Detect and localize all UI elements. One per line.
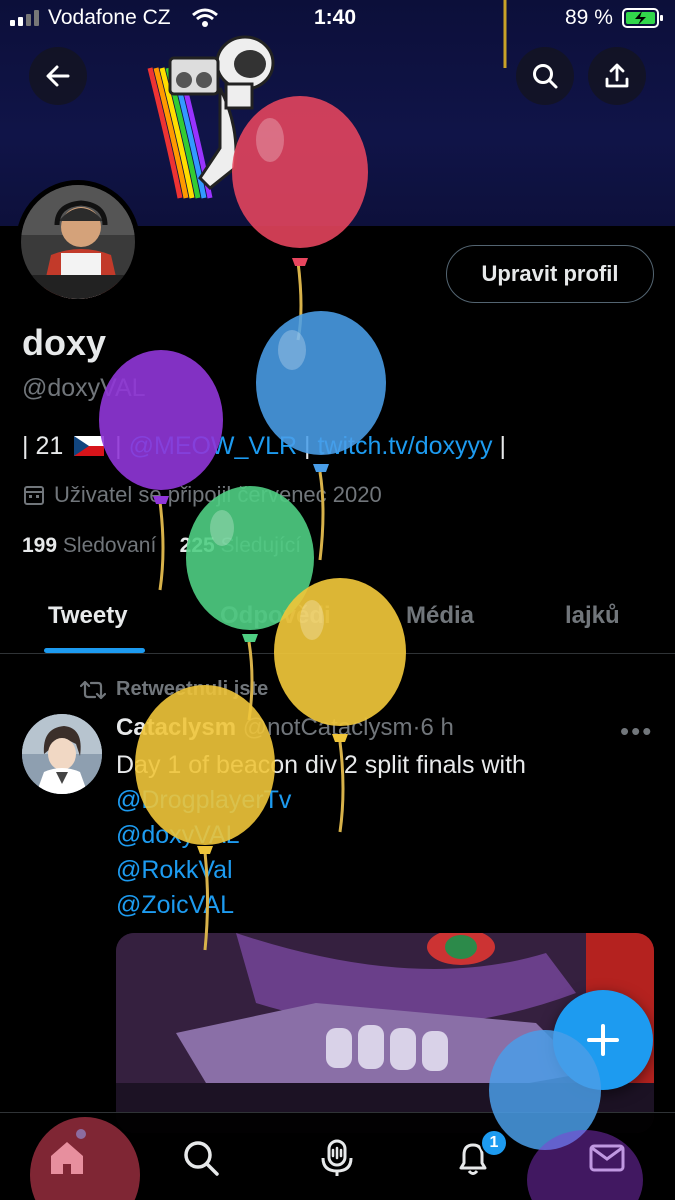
profile-bio: | 21 | @MEOW_VLR | twitch.tv/doxyyy | bbox=[22, 432, 506, 461]
signal-icon bbox=[10, 10, 39, 26]
tweet-author-avatar[interactable] bbox=[22, 714, 102, 794]
back-button[interactable] bbox=[29, 47, 87, 105]
profile-handle: @doxyVAL bbox=[22, 374, 146, 402]
tab-media[interactable]: Média bbox=[406, 602, 474, 630]
compose-tweet-button[interactable] bbox=[553, 990, 653, 1090]
mention-link[interactable]: @DrogplayerTv bbox=[116, 783, 526, 818]
nav-spaces[interactable] bbox=[312, 1133, 362, 1183]
microphone-icon bbox=[321, 1139, 353, 1176]
profile-tabs: Tweety Odpovědi Média lajků bbox=[0, 588, 675, 654]
profile-avatar[interactable] bbox=[16, 180, 140, 304]
plus-icon bbox=[587, 1024, 619, 1056]
envelope-icon bbox=[589, 1144, 625, 1172]
following-count: 199 bbox=[22, 534, 58, 557]
search-icon bbox=[533, 64, 558, 89]
avatar-photo bbox=[21, 185, 135, 299]
calendar-icon bbox=[24, 486, 44, 505]
author-avatar-image bbox=[22, 714, 102, 794]
wifi-icon bbox=[192, 8, 218, 27]
joined-date: Uživatel se připojil červenec 2020 bbox=[22, 482, 382, 508]
active-tab-indicator bbox=[44, 648, 145, 653]
display-name: doxy bbox=[22, 322, 107, 363]
tweet-author-handle[interactable]: @notCataclysm bbox=[243, 714, 413, 741]
bio-separator: | bbox=[492, 432, 506, 460]
bio-text: | 21 bbox=[22, 432, 64, 460]
mention-link[interactable]: @doxyVAL bbox=[116, 818, 526, 853]
mention-link[interactable]: @RokkVal bbox=[116, 853, 526, 888]
nav-home[interactable] bbox=[42, 1133, 92, 1183]
battery-charging-icon bbox=[622, 8, 663, 28]
tweet-body: Day 1 of beacon div 2 split finals with bbox=[116, 751, 526, 779]
tweet-header: Cataclysm @notCataclysm·6 h bbox=[116, 714, 454, 742]
carrier-label: Vodafone CZ bbox=[48, 6, 171, 29]
joined-text: Uživatel se připojil červenec 2020 bbox=[54, 482, 382, 507]
edit-profile-button[interactable]: Upravit profil bbox=[446, 245, 654, 303]
following-label: Sledovaní bbox=[62, 534, 157, 557]
clock: 1:40 bbox=[314, 6, 357, 29]
followers-link[interactable]: 225 Sledující bbox=[180, 534, 301, 557]
share-button[interactable] bbox=[588, 47, 646, 105]
bottom-navigation: 1 bbox=[0, 1112, 675, 1200]
battery-percentage: 89 % bbox=[565, 6, 613, 29]
tab-tweets[interactable]: Tweety bbox=[48, 602, 128, 630]
czech-flag-icon bbox=[74, 436, 105, 456]
followers-count: 225 bbox=[179, 534, 215, 557]
retweet-label: Retweetnuli jste bbox=[116, 678, 269, 700]
tweet-meta-separator: · bbox=[412, 714, 421, 741]
nav-explore[interactable] bbox=[176, 1133, 226, 1183]
nav-messages[interactable] bbox=[582, 1133, 632, 1183]
share-icon bbox=[605, 63, 629, 88]
tweet-text: Day 1 of beacon div 2 split finals with … bbox=[116, 748, 526, 923]
home-unread-dot bbox=[76, 1129, 86, 1139]
search-icon bbox=[184, 1141, 219, 1176]
bio-separator: | bbox=[297, 432, 318, 460]
status-bar: Vodafone CZ 1:40 89 % bbox=[0, 0, 675, 38]
astronaut-banner-art bbox=[147, 35, 275, 199]
tweet-more-button[interactable]: ••• bbox=[620, 716, 653, 747]
retweet-context: Retweetnuli jste bbox=[80, 678, 268, 701]
team-link[interactable]: @MEOW_VLR bbox=[129, 432, 297, 460]
bio-separator: | bbox=[115, 432, 129, 460]
notification-badge: 1 bbox=[480, 1129, 508, 1157]
followers-label: Sledující bbox=[220, 534, 302, 557]
tab-replies[interactable]: Odpovědi bbox=[220, 602, 331, 630]
follow-stats: 199 Sledovaní 225 Sledující bbox=[22, 534, 301, 558]
home-icon bbox=[51, 1142, 83, 1174]
tab-likes[interactable]: lajků bbox=[565, 602, 620, 630]
search-button[interactable] bbox=[516, 47, 574, 105]
twitch-link[interactable]: twitch.tv/doxyyy bbox=[317, 432, 492, 460]
following-link[interactable]: 199 Sledovaní bbox=[22, 534, 156, 557]
mention-link[interactable]: @ZoicVAL bbox=[116, 888, 526, 923]
tweet-author-name[interactable]: Cataclysm bbox=[116, 714, 236, 741]
arrow-left-icon bbox=[46, 65, 70, 87]
tweet-time: 6 h bbox=[420, 714, 454, 741]
retweet-icon bbox=[80, 680, 106, 699]
